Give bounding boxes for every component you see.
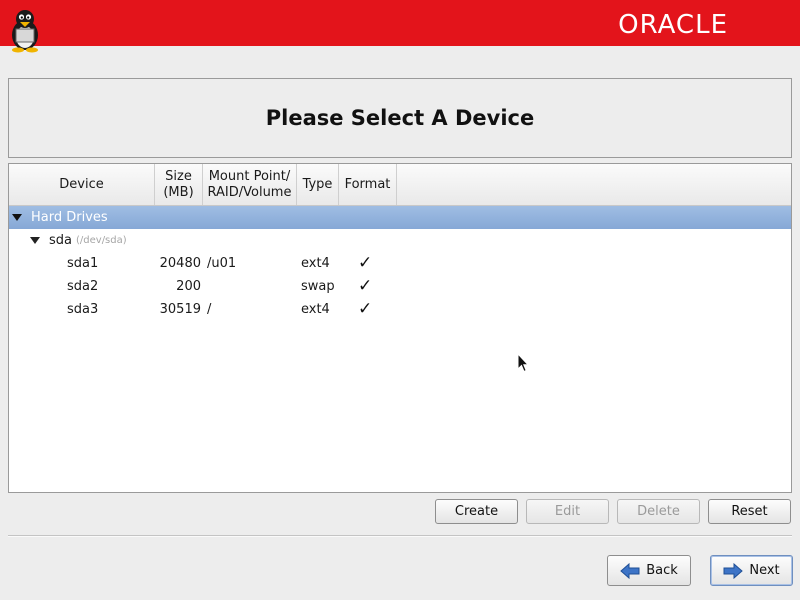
tree-header: Device Size (MB) Mount Point/ RAID/Volum… [9,164,791,206]
oracle-logo: ORACLE [618,10,728,40]
partition-size: 20480 [159,256,201,271]
page-title-panel: Please Select A Device [8,78,792,158]
arrow-left-icon [620,562,640,579]
partition-type: ext4 [301,256,330,271]
header-banner: ORACLE [0,0,800,53]
table-row[interactable]: sda2 200 swap ✓ [9,275,791,298]
expander-down-icon[interactable] [12,214,22,221]
disk-name: sda [49,233,72,248]
partition-size: 30519 [159,302,201,317]
column-header-type[interactable]: Type [297,164,339,205]
back-label: Back [646,563,678,578]
edit-button[interactable]: Edit [526,499,609,524]
partition-mount: / [207,302,212,317]
partition-device: sda2 [67,279,99,294]
delete-button[interactable]: Delete [617,499,700,524]
create-button[interactable]: Create [435,499,518,524]
separator [8,535,792,537]
reset-button[interactable]: Reset [708,499,791,524]
table-row[interactable]: sda3 30519 / ext4 ✓ [9,298,791,321]
format-check-icon: ✓ [358,299,373,319]
tree-row-disk[interactable]: sda (/dev/sda) [9,229,791,252]
column-header-format[interactable]: Format [339,164,397,205]
partition-device: sda3 [67,302,99,317]
arrow-right-icon [723,562,744,579]
format-check-icon: ✓ [358,253,373,273]
page-title: Please Select A Device [265,106,535,130]
table-row[interactable]: sda1 20480 /u01 ext4 ✓ [9,252,791,275]
next-button[interactable]: Next [710,555,793,586]
group-label: Hard Drives [31,210,108,225]
partition-type: swap [301,279,335,294]
partition-mount: /u01 [207,256,237,271]
device-tree[interactable]: Device Size (MB) Mount Point/ RAID/Volum… [8,163,792,493]
partition-size: 200 [176,279,201,294]
disk-path: (/dev/sda) [76,235,127,246]
expander-down-icon[interactable] [30,237,40,244]
tux-penguin-icon [12,10,38,53]
mouse-cursor-icon [517,353,529,373]
back-button[interactable]: Back [607,555,691,586]
format-check-icon: ✓ [358,276,373,296]
column-header-device[interactable]: Device [9,164,155,205]
partition-device: sda1 [67,256,99,271]
tree-group-hard-drives[interactable]: Hard Drives [9,206,791,229]
column-header-mount-point[interactable]: Mount Point/ RAID/Volume [203,164,297,205]
next-label: Next [749,563,780,578]
column-header-size[interactable]: Size (MB) [155,164,203,205]
partition-type: ext4 [301,302,330,317]
